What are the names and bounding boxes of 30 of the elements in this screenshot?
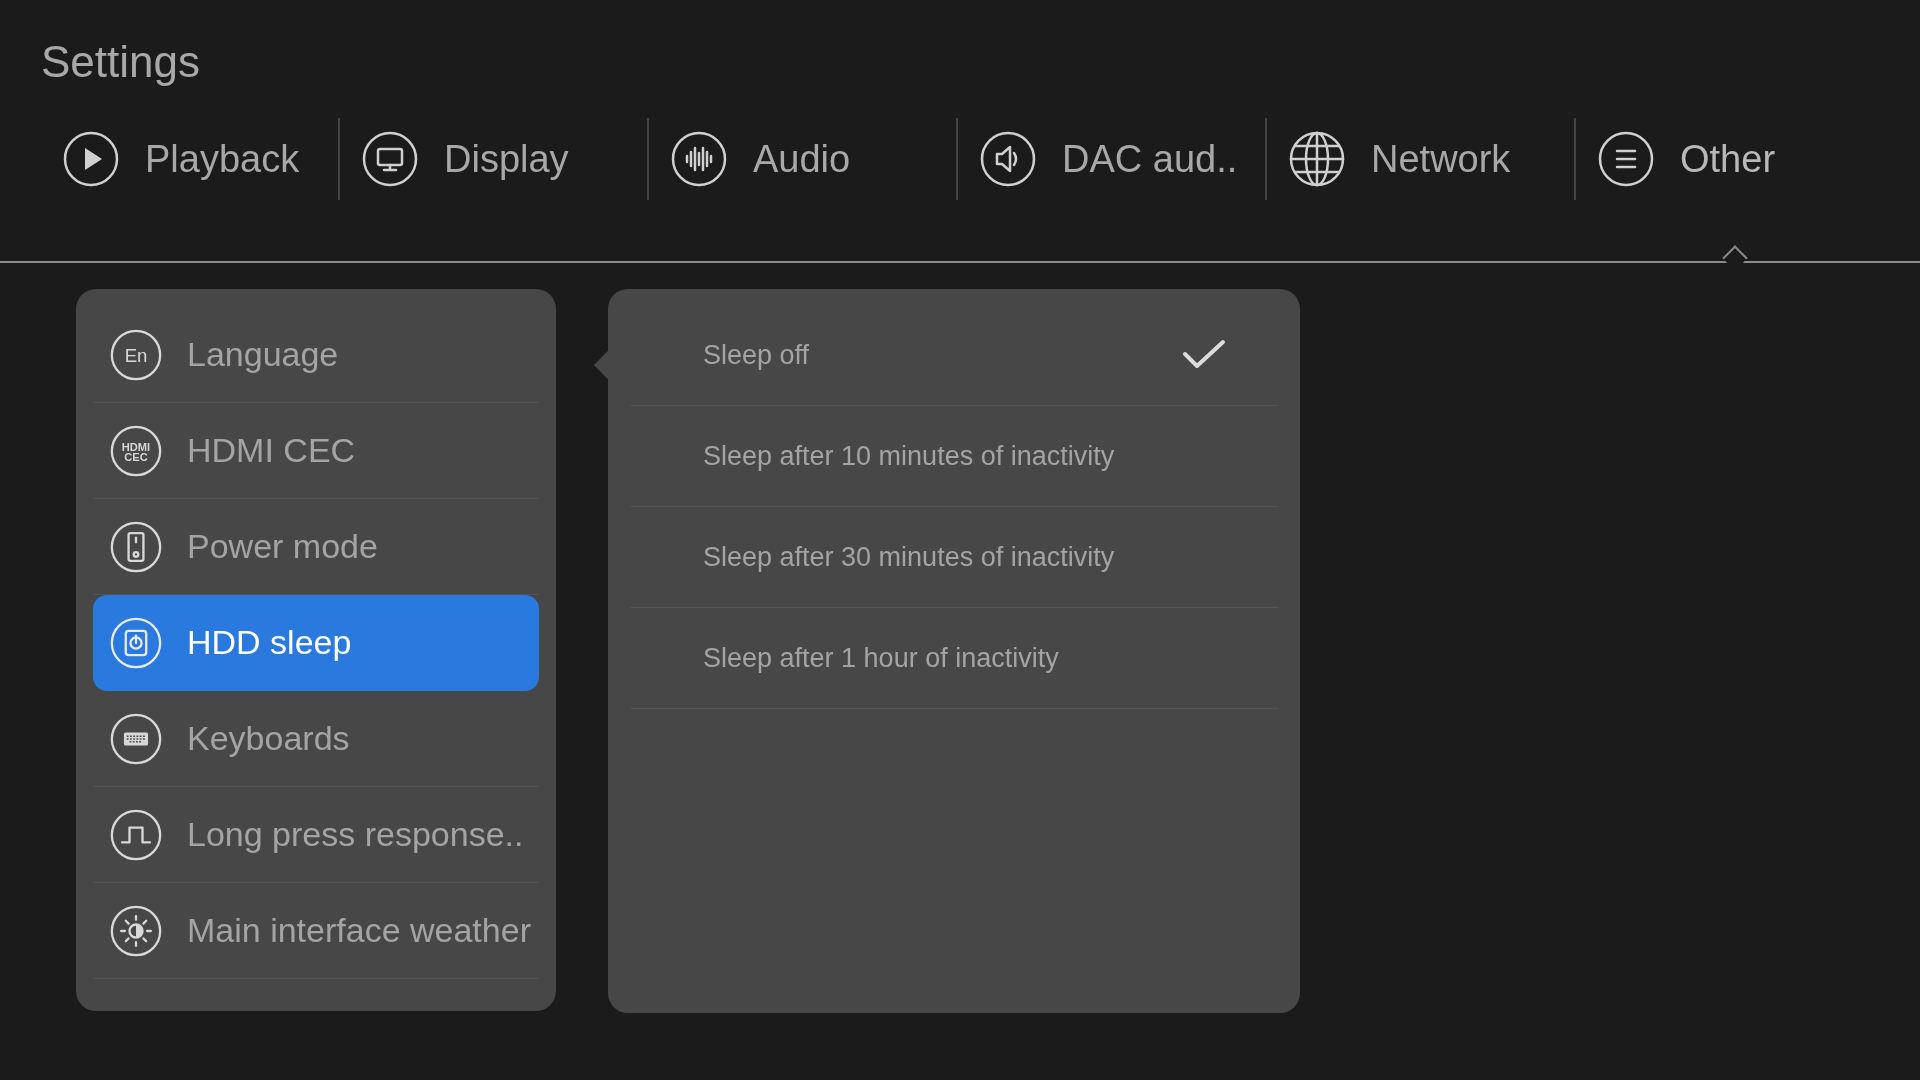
option-item[interactable]: Sleep after 30 minutes of inactivity <box>630 507 1278 608</box>
menu-icon <box>1598 131 1654 187</box>
globe-icon <box>1289 131 1345 187</box>
keyboard-icon <box>110 712 162 765</box>
tab[interactable]: Network <box>1265 118 1574 200</box>
tab[interactable]: Playback <box>29 118 338 200</box>
menu-item[interactable]: En Language <box>93 307 539 403</box>
tab[interactable]: Other <box>1574 118 1883 200</box>
option-item[interactable]: Sleep after 10 minutes of inactivity <box>630 406 1278 507</box>
option-item[interactable]: Sleep off <box>630 305 1278 406</box>
menu-item[interactable]: HDMI CEC HDMI CEC <box>93 403 539 499</box>
disk-icon <box>110 616 162 669</box>
tab[interactable]: Audio <box>647 118 956 200</box>
speaker-icon <box>980 131 1036 187</box>
tab[interactable]: DAC aud.. <box>956 118 1265 200</box>
remote-icon <box>110 520 162 573</box>
sound-wave-icon <box>671 131 727 187</box>
tab[interactable]: Display <box>338 118 647 200</box>
square-pulse-icon <box>110 808 162 861</box>
menu-item[interactable]: Long press response.. <box>93 787 539 883</box>
option-item[interactable]: Sleep after 1 hour of inactivity <box>630 608 1278 709</box>
menu-item[interactable]: Keyboards <box>93 691 539 787</box>
menu-item[interactable]: HDD sleep <box>93 595 539 691</box>
monitor-icon <box>362 131 418 187</box>
window-title: Settings <box>40 36 200 88</box>
brightness-icon <box>110 904 162 957</box>
play-icon <box>63 131 119 187</box>
text-badge-icon: HDMI CEC <box>110 424 162 477</box>
menu-item[interactable]: Main interface weather <box>93 883 539 979</box>
text-badge-icon: En <box>110 328 162 381</box>
